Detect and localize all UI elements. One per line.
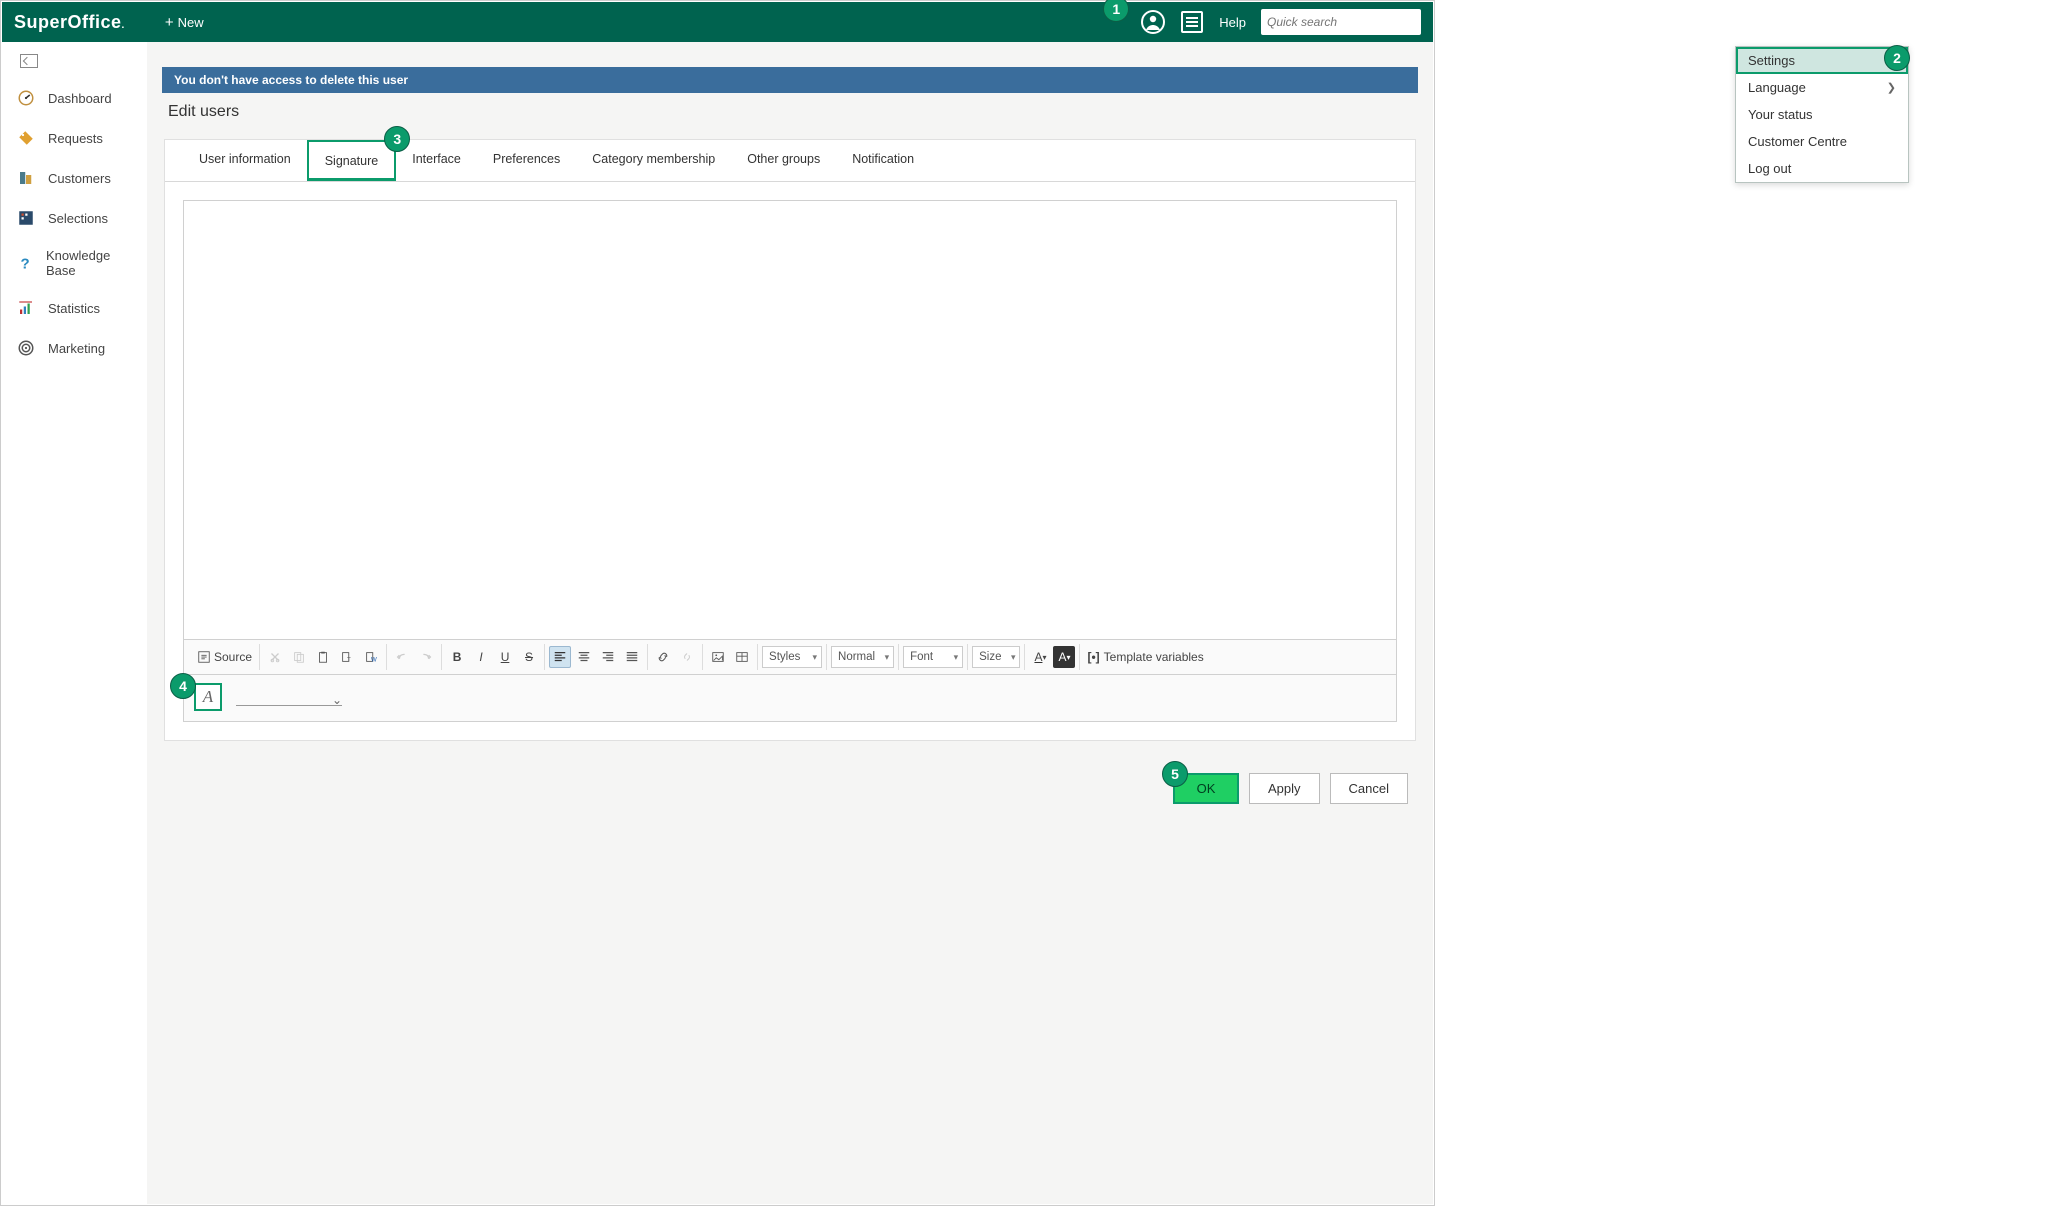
bars-icon [16, 298, 36, 318]
new-button[interactable]: + New [165, 14, 204, 31]
tab-preferences[interactable]: Preferences [477, 140, 576, 181]
sidebar-item-label: Marketing [48, 341, 105, 356]
tabs: User information Signature 3 Interface P… [165, 140, 1415, 182]
font-dropdown[interactable]: ⌄ [236, 688, 342, 706]
bg-color-icon[interactable]: A▾ [1053, 646, 1075, 668]
sidebar-item-label: Knowledge Base [46, 248, 133, 278]
building-icon [16, 168, 36, 188]
sidebar-item-label: Customers [48, 171, 111, 186]
new-label: New [178, 15, 204, 30]
strike-icon[interactable]: S [518, 646, 540, 668]
tab-user-information[interactable]: User information [183, 140, 307, 181]
align-justify-icon[interactable] [621, 646, 643, 668]
profile-dropdown: Settings 2 Language ❯ Your status Custom… [1735, 46, 1909, 183]
footer-buttons: 5 OK Apply Cancel [162, 741, 1418, 814]
callout-4: 4 [170, 673, 196, 699]
cut-icon[interactable] [264, 646, 286, 668]
callout-2: 2 [1884, 45, 1910, 71]
undo-icon[interactable] [391, 646, 413, 668]
sidebar-item-dashboard[interactable]: Dashboard [2, 78, 147, 118]
link-icon[interactable] [652, 646, 674, 668]
editor-card: User information Signature 3 Interface P… [164, 139, 1416, 741]
gauge-icon [16, 88, 36, 108]
chevron-down-icon: ⌄ [332, 693, 342, 707]
tab-category-membership[interactable]: Category membership [576, 140, 731, 181]
tab-interface[interactable]: Interface [396, 140, 477, 181]
align-center-icon[interactable] [573, 646, 595, 668]
tag-icon [16, 128, 36, 148]
styles-select[interactable]: Styles [762, 646, 822, 668]
dropdown-item-settings[interactable]: Settings 2 [1736, 47, 1908, 74]
collapse-sidebar-icon[interactable] [20, 54, 38, 68]
profile-icon[interactable]: 1 [1141, 10, 1165, 34]
tab-signature[interactable]: Signature 3 [307, 140, 397, 181]
sidebar-item-label: Statistics [48, 301, 100, 316]
svg-text:W: W [371, 656, 377, 663]
chevron-right-icon: ❯ [1887, 81, 1896, 94]
dropdown-item-logout[interactable]: Log out [1736, 155, 1908, 182]
font-select[interactable]: Font [903, 646, 963, 668]
template-variables-button[interactable]: [•] Template variables [1084, 646, 1206, 668]
quick-search[interactable] [1261, 9, 1421, 35]
grid-icon [16, 208, 36, 228]
sidebar-item-marketing[interactable]: Marketing [2, 328, 147, 368]
sidebar-item-label: Selections [48, 211, 108, 226]
signature-editor[interactable] [183, 200, 1397, 640]
tab-notification[interactable]: Notification [836, 140, 930, 181]
svg-text:?: ? [21, 255, 30, 272]
alert-banner: You don't have access to delete this use… [162, 67, 1418, 93]
redo-icon[interactable] [415, 646, 437, 668]
sidebar-item-statistics[interactable]: Statistics [2, 288, 147, 328]
paste-icon[interactable] [312, 646, 334, 668]
top-bar: SuperOffice. + New 1 Help [2, 2, 1433, 42]
main-content: You don't have access to delete this use… [147, 42, 1433, 1204]
align-right-icon[interactable] [597, 646, 619, 668]
text-color-icon[interactable]: A▾ [1029, 646, 1051, 668]
svg-text:T: T [347, 656, 351, 663]
cancel-button[interactable]: Cancel [1330, 773, 1408, 804]
sidebar-item-knowledge-base[interactable]: ? Knowledge Base [2, 238, 147, 288]
dropdown-item-customer-centre[interactable]: Customer Centre [1736, 128, 1908, 155]
search-input[interactable] [1267, 15, 1424, 29]
paste-text-icon[interactable]: T [336, 646, 358, 668]
sidebar-item-requests[interactable]: Requests [2, 118, 147, 158]
editor-toolbar-row2: 4 A ⌄ [183, 675, 1397, 722]
sidebar-item-label: Dashboard [48, 91, 112, 106]
paste-word-icon[interactable]: W [360, 646, 382, 668]
sidebar: Dashboard Requests Customers Selections … [2, 42, 147, 1204]
unlink-icon[interactable] [676, 646, 698, 668]
size-select[interactable]: Size [972, 646, 1020, 668]
table-icon[interactable] [731, 646, 753, 668]
sidebar-item-customers[interactable]: Customers [2, 158, 147, 198]
dropdown-item-status[interactable]: Your status [1736, 101, 1908, 128]
bold-icon[interactable]: B [446, 646, 468, 668]
underline-icon[interactable]: U [494, 646, 516, 668]
editor-toolbar: Source T W B [183, 640, 1397, 675]
main-menu-icon[interactable] [1180, 10, 1204, 34]
logo: SuperOffice. [14, 12, 125, 33]
image-icon[interactable] [707, 646, 729, 668]
plus-icon: + [165, 14, 174, 31]
target-icon [16, 338, 36, 358]
apply-button[interactable]: Apply [1249, 773, 1320, 804]
font-style-a-button[interactable]: A [194, 683, 222, 711]
format-select[interactable]: Normal [831, 646, 894, 668]
callout-1: 1 [1103, 0, 1129, 22]
page-title: Edit users [168, 103, 1412, 121]
question-icon: ? [16, 253, 34, 273]
source-button[interactable]: Source [194, 646, 255, 668]
align-left-icon[interactable] [549, 646, 571, 668]
sidebar-item-selections[interactable]: Selections [2, 198, 147, 238]
sidebar-item-label: Requests [48, 131, 103, 146]
italic-icon[interactable]: I [470, 646, 492, 668]
tab-other-groups[interactable]: Other groups [731, 140, 836, 181]
help-link[interactable]: Help [1219, 15, 1246, 30]
dropdown-item-language[interactable]: Language ❯ [1736, 74, 1908, 101]
callout-5: 5 [1162, 761, 1188, 787]
copy-icon[interactable] [288, 646, 310, 668]
